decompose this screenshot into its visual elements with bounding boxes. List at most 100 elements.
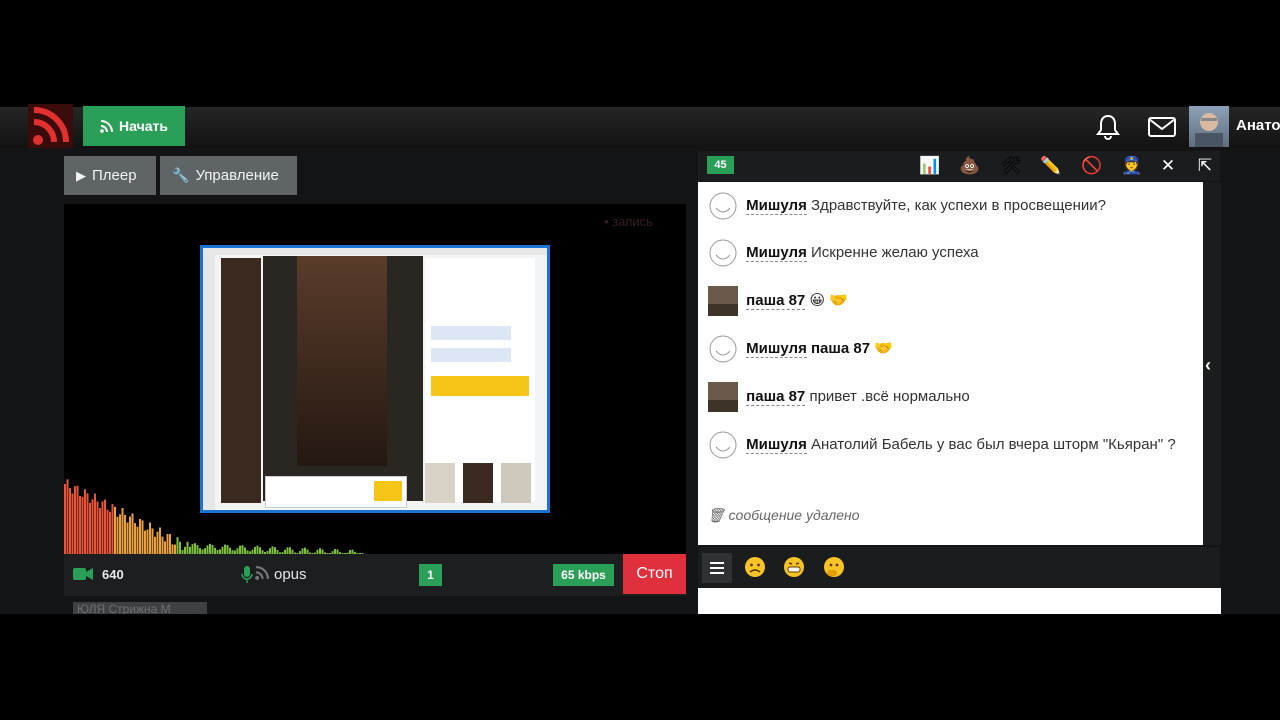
bitrate-badge: 65 kbps: [553, 564, 614, 586]
trash-icon: 🗑: [707, 507, 725, 523]
resolution-label: 640: [102, 567, 124, 582]
start-button[interactable]: Начать: [83, 106, 185, 146]
audio-bar: [179, 541, 181, 554]
chat-nick[interactable]: Мишуля: [746, 340, 807, 358]
audio-bar: [94, 493, 96, 554]
audio-bar: [209, 543, 211, 554]
audio-bar: [286, 547, 289, 554]
chat-message: паша 87 привет .всё нормально: [708, 382, 1188, 413]
collapse-chevron-icon[interactable]: ‹: [1205, 355, 1211, 376]
video-browser-sidebar: [203, 255, 215, 510]
rss-icon: [100, 119, 114, 133]
audio-bar: [69, 488, 71, 554]
audio-bar: [186, 541, 189, 554]
video-browser-bar: [203, 248, 547, 255]
audio-bar: [76, 485, 79, 554]
poop-icon[interactable]: 💩: [959, 155, 981, 177]
audio-bar: [124, 514, 126, 554]
audio-bar: [161, 536, 164, 554]
chart-icon[interactable]: 📊: [919, 155, 941, 177]
police-icon[interactable]: 👮: [1121, 155, 1143, 177]
online-count-badge: 45: [707, 156, 734, 174]
audio-bar: [91, 499, 94, 554]
tab-player-label: Плеер: [92, 167, 137, 184]
chat-input[interactable]: [698, 588, 1221, 614]
audio-bar: [259, 547, 261, 554]
audio-bar: [154, 536, 156, 554]
audio-bar: [106, 509, 109, 554]
audio-bar: [194, 543, 196, 554]
tab-player[interactable]: ▶ Плеер: [64, 156, 156, 195]
chat-text: Здравствуйте, как успехи в просвещении?: [811, 197, 1107, 214]
rss-logo-icon[interactable]: [28, 104, 73, 148]
trollface-avatar: [709, 192, 737, 220]
user-name[interactable]: Анатолий: [1236, 117, 1280, 134]
ban-icon[interactable]: 🚫: [1081, 155, 1103, 177]
audio-bar: [174, 544, 176, 554]
pencil-icon[interactable]: ✏️: [1040, 155, 1062, 177]
audio-bar: [79, 495, 81, 554]
audio-bar: [139, 518, 141, 554]
chat-nick[interactable]: Мишуля: [746, 197, 807, 215]
audio-bar: [176, 537, 179, 554]
audio-bar: [86, 493, 89, 554]
audio-bar: [144, 530, 146, 554]
user-avatar-small: [708, 286, 738, 317]
video-player[interactable]: • запись: [64, 204, 686, 554]
audio-bar: [99, 508, 101, 554]
bell-icon[interactable]: [1094, 113, 1122, 141]
ghost-label: ЮЛЯ Стрижна М: [73, 602, 207, 614]
chat-message: Мишуля паша 87 🤝: [708, 334, 1188, 364]
tools-icon[interactable]: 🛠: [1000, 155, 1022, 177]
audio-bar: [111, 504, 114, 554]
audio-bar: [206, 545, 209, 554]
audio-bar: [156, 531, 159, 554]
audio-bar: [136, 526, 139, 554]
audio-bar: [121, 507, 124, 554]
audio-bar: [149, 522, 151, 554]
user-avatar-small: [708, 382, 738, 413]
chat-message: Мишуля Анатолий Бабель у вас был вчера ш…: [708, 430, 1188, 460]
fullscreen-icon[interactable]: ✕: [1157, 155, 1179, 177]
video-search-panel: [425, 258, 535, 503]
menu-button[interactable]: [702, 553, 732, 583]
user-avatar[interactable]: [1189, 106, 1229, 147]
stop-button[interactable]: Стоп: [623, 554, 686, 594]
audio-bar: [211, 544, 214, 554]
audio-bar: [114, 506, 116, 554]
chat-nick[interactable]: Мишуля: [746, 244, 807, 262]
tab-control[interactable]: 🔧 Управление: [160, 156, 297, 195]
smiley-worried-icon[interactable]: [744, 556, 766, 578]
chat-nick[interactable]: паша 87: [746, 292, 806, 310]
external-link-icon[interactable]: ⇱: [1194, 155, 1216, 177]
list-icon: [710, 562, 724, 574]
chat-text: 😀 🤝: [809, 292, 848, 309]
audio-bar: [89, 502, 91, 554]
audio-bar: [159, 527, 161, 554]
deleted-message-label: сообщение удалено: [728, 507, 860, 523]
audio-bar: [96, 501, 99, 554]
audio-bar: [74, 486, 76, 554]
audio-bar: [196, 545, 199, 554]
audio-bar: [189, 546, 191, 554]
overlay-label: • запись: [604, 214, 653, 229]
audio-bar: [131, 513, 134, 554]
audio-bar: [164, 541, 166, 554]
mail-icon[interactable]: [1147, 115, 1177, 139]
play-icon: ▶: [76, 167, 86, 183]
chat-message: Мишуля Искренне желаю успеха: [708, 238, 1188, 268]
chat-nick[interactable]: паша 87: [746, 388, 806, 406]
smiley-thinking-icon[interactable]: [823, 556, 845, 578]
audio-bar: [226, 545, 229, 554]
video-camera-icon: [73, 568, 93, 580]
start-button-label: Начать: [119, 118, 168, 134]
rss-small-icon: [255, 566, 269, 580]
chat-nick[interactable]: Мишуля: [746, 436, 807, 454]
chat-text: Искренне желаю успеха: [811, 244, 979, 261]
audio-bar: [134, 523, 136, 554]
audio-bar: [81, 496, 84, 554]
chat-input-toolbar: [698, 547, 1220, 588]
smiley-grin-icon[interactable]: [783, 556, 805, 578]
trollface-avatar: [709, 335, 737, 363]
count-badge: 1: [419, 564, 442, 586]
